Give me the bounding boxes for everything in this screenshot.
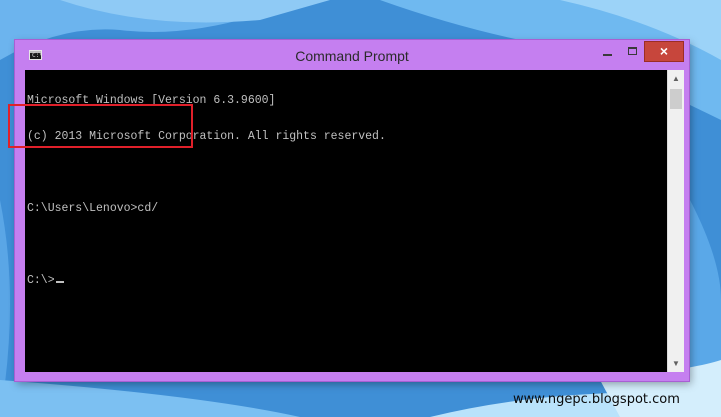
minimize-icon [603,54,612,56]
scrollbar-thumb[interactable] [670,89,682,109]
title-bar[interactable]: C:\ Command Prompt × [15,40,689,70]
minimize-button[interactable] [595,42,621,62]
close-icon: × [659,43,669,59]
console-line: C:\Users\Lenovo>cd/ [27,202,159,215]
window-title: Command Prompt [295,48,409,64]
scroll-up-arrow-icon[interactable]: ▲ [668,70,684,87]
text-cursor [55,281,64,283]
command-prompt-window[interactable]: C:\ Command Prompt × Microsoft Windows [… [15,40,689,381]
watermark-text: www.ngepc.blogspot.com [513,392,680,407]
maximize-icon [628,47,637,55]
highlight-annotation-box [8,104,193,148]
close-button[interactable]: × [644,41,684,62]
scroll-down-arrow-icon[interactable]: ▼ [668,355,684,372]
prompt-line[interactable]: C:\> [27,275,386,287]
vertical-scrollbar[interactable]: ▲ ▼ [667,70,684,372]
prompt-text: C:\> [27,274,55,287]
